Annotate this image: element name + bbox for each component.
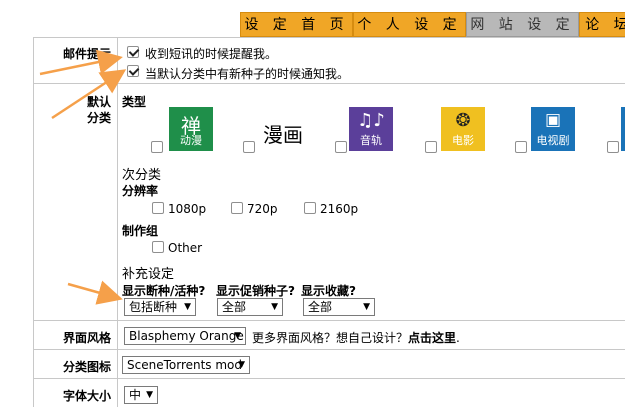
- music-category-icon: ♫♪ 音轨: [349, 107, 393, 151]
- table-border-top: [33, 37, 625, 38]
- theme-suffix: .: [456, 331, 460, 345]
- group-header: 制作组: [122, 224, 159, 238]
- row-divider: [33, 378, 625, 379]
- more-category-icon: [621, 107, 625, 151]
- anime-category-icon: 禅 动漫: [169, 107, 213, 151]
- category-icons-select[interactable]: SceneTorrents mod ▼: [122, 356, 250, 374]
- type-header: 类型: [122, 95, 147, 109]
- theme-row-label: 界面风格: [62, 331, 111, 345]
- tab-site-settings[interactable]: 网 站 设 定: [466, 12, 579, 37]
- extra-settings-header: 补充设定: [122, 267, 175, 282]
- show-promo-value: 全部: [222, 300, 247, 314]
- tab-personal-settings[interactable]: 个 人 设 定: [353, 12, 466, 37]
- resolution-720p-checkbox[interactable]: [231, 202, 243, 214]
- sms-notify-label: 收到短讯的时候提醒我。: [145, 47, 278, 61]
- category-more-checkbox[interactable]: [607, 141, 619, 153]
- music-note-icon: ♫♪: [357, 110, 385, 131]
- font-size-select[interactable]: 中 ▼: [124, 386, 158, 404]
- group-other-label: Other: [168, 241, 203, 255]
- chevron-down-icon: ▼: [363, 302, 370, 312]
- table-column-divider: [117, 37, 118, 407]
- tab-forum[interactable]: 论 坛: [579, 12, 625, 37]
- theme-click-here-link[interactable]: 点击这里: [408, 331, 456, 345]
- row-divider: [33, 83, 625, 84]
- resolution-1080p-label: 1080p: [168, 202, 207, 216]
- theme-value: Blasphemy Orange: [129, 329, 244, 343]
- theme-more-text: 更多界面风格？想自己设计？点击这里.: [252, 329, 460, 346]
- tv-category-label: 电视剧: [536, 134, 570, 147]
- show-bookmark-value: 全部: [308, 300, 333, 314]
- default-category-label-line1: 默认: [86, 95, 111, 109]
- group-other-checkbox[interactable]: [152, 241, 164, 253]
- show-dead-label: 显示断种/活种?: [122, 284, 206, 298]
- chevron-down-icon: ▼: [271, 302, 278, 312]
- category-anime-checkbox[interactable]: [151, 141, 163, 153]
- show-bookmark-label: 显示收藏?: [301, 284, 356, 298]
- tv-category-icon: ▣ 电视剧: [531, 107, 575, 151]
- movie-category-icon: ❂ 电影: [441, 107, 485, 151]
- show-dead-select[interactable]: 包括断种 ▼: [124, 298, 196, 316]
- show-dead-value: 包括断种: [129, 300, 178, 314]
- tv-icon: ▣: [544, 110, 562, 130]
- show-promo-label: 显示促销种子?: [216, 284, 295, 298]
- resolution-720p-label: 720p: [247, 202, 278, 216]
- category-comic-checkbox[interactable]: [243, 141, 255, 153]
- default-category-label: 默认 分类: [73, 94, 111, 126]
- anime-category-label: 动漫: [180, 134, 202, 147]
- theme-select[interactable]: Blasphemy Orange ▼: [124, 327, 246, 345]
- resolution-header: 分辨率: [122, 184, 159, 198]
- tab-settings-home[interactable]: 设 定 首 页: [240, 12, 353, 37]
- chevron-down-icon: ▼: [234, 331, 241, 341]
- resolution-1080p-checkbox[interactable]: [152, 202, 164, 214]
- category-movie-checkbox[interactable]: [425, 141, 437, 153]
- show-promo-select[interactable]: 全部 ▼: [217, 298, 283, 316]
- chevron-down-icon: ▼: [184, 302, 191, 312]
- movie-category-label: 电影: [452, 134, 474, 147]
- show-bookmark-select[interactable]: 全部 ▼: [303, 298, 375, 316]
- resolution-2160p-label: 2160p: [320, 202, 359, 216]
- sms-notify-checkbox[interactable]: [127, 46, 139, 58]
- chevron-down-icon: ▼: [146, 390, 153, 400]
- music-category-label: 音轨: [360, 134, 382, 147]
- font-size-value: 中: [129, 388, 142, 402]
- subcategory-header: 次分类: [122, 168, 162, 183]
- email-row-label: 邮件提示: [62, 47, 111, 61]
- table-border-left: [33, 37, 34, 407]
- category-icons-row-label: 分类图标: [62, 360, 111, 374]
- row-divider: [33, 320, 625, 321]
- settings-table: 邮件提示 收到短讯的时候提醒我。 当默认分类中有新种子的时候通知我。 默认 分类…: [33, 37, 625, 407]
- comic-category-label: 漫画: [263, 123, 303, 147]
- font-size-row-label: 字体大小: [62, 389, 111, 403]
- new-torrent-notify-label: 当默认分类中有新种子的时候通知我。: [145, 67, 350, 81]
- comic-category-icon: 漫画: [255, 109, 311, 153]
- theme-more-label: 更多界面风格？想自己设计？: [252, 331, 409, 345]
- chevron-down-icon: ▼: [238, 360, 245, 370]
- new-torrent-notify-checkbox[interactable]: [127, 65, 139, 77]
- film-reel-icon: ❂: [455, 110, 471, 131]
- default-category-label-line2: 分类: [86, 111, 111, 125]
- category-icons-value: SceneTorrents mod: [127, 358, 243, 372]
- resolution-2160p-checkbox[interactable]: [304, 202, 316, 214]
- row-divider: [33, 349, 625, 350]
- category-tv-checkbox[interactable]: [515, 141, 527, 153]
- category-music-checkbox[interactable]: [335, 141, 347, 153]
